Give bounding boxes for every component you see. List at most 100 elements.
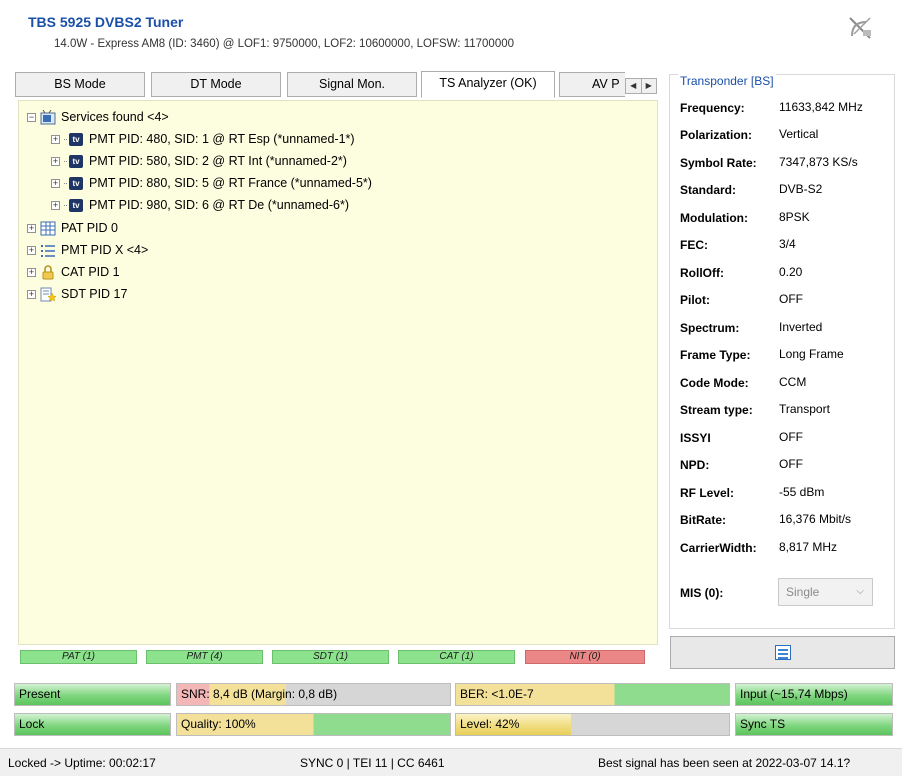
mis-selected-value: Single	[786, 585, 820, 599]
issyi-value: OFF	[779, 430, 803, 444]
expand-icon[interactable]: +	[51, 134, 60, 144]
snr-label: SNR: 8,4 dB (Margin: 0,8 dB)	[181, 687, 338, 701]
level-label: Level: 42%	[460, 717, 520, 731]
expand-icon[interactable]: +	[27, 289, 36, 299]
modulation-label: Modulation:	[680, 211, 748, 225]
present-label: Present	[19, 687, 61, 701]
frequency-label: Frequency:	[680, 101, 745, 115]
expand-icon[interactable]: +	[27, 267, 36, 277]
mode-tabs: BS Mode DT Mode Signal Mon. TS Analyzer …	[15, 71, 666, 98]
sdt-status: SDT (1)	[272, 650, 389, 664]
input-rate-indicator: Input (~15,74 Mbps)	[735, 683, 893, 706]
tree-root-services[interactable]: − Services found <4>	[27, 107, 169, 127]
ber-meter: BER: <1.0E-7	[455, 683, 730, 706]
tree-node-cat[interactable]: + CAT PID 1	[27, 262, 120, 282]
mis-label: MIS (0):	[680, 586, 724, 600]
npd-value: OFF	[779, 457, 803, 471]
spectrum-value: Inverted	[779, 320, 823, 334]
polarization-label: Polarization:	[680, 128, 753, 142]
tab-av-p[interactable]: AV P	[559, 72, 625, 97]
standard-value: DVB-S2	[779, 182, 823, 196]
scroll-left-icon[interactable]: ◀	[626, 79, 641, 93]
tree-service-row[interactable]: + tv PMT PID: 480, SID: 1 @ RT Esp (*unn…	[51, 129, 355, 149]
window-header: TBS 5925 DVBS2 Tuner 14.0W - Express AM8…	[0, 0, 902, 62]
frequency-value: 11633,842 MHz	[779, 100, 863, 114]
ber-label: BER: <1.0E-7	[460, 687, 534, 701]
symbol-rate-value: 7347,873 KS/s	[779, 155, 858, 169]
rolloff-label: RollOff:	[680, 266, 724, 280]
tab-ts-analyzer[interactable]: TS Analyzer (OK)	[421, 71, 555, 98]
tv-icon: tv	[69, 198, 83, 212]
expand-icon[interactable]: +	[51, 156, 60, 166]
tv-set-icon	[40, 109, 56, 124]
frame-type-value: Long Frame	[779, 347, 844, 361]
expand-icon[interactable]: +	[27, 245, 36, 255]
tv-icon: tv	[69, 132, 83, 146]
carrier-width-value: 8,817 MHz	[779, 540, 838, 554]
issyi-label: ISSYI	[680, 431, 711, 445]
tv-icon: tv	[69, 154, 83, 168]
tv-icon: tv	[69, 176, 83, 190]
input-label: Input (~15,74 Mbps)	[740, 687, 848, 701]
tree-service-row[interactable]: + tv PMT PID: 980, SID: 6 @ RT De (*unna…	[51, 195, 349, 215]
tree-node-label: PMT PID X <4>	[61, 243, 149, 257]
rf-level-label: RF Level:	[680, 486, 735, 500]
spectrum-label: Spectrum:	[680, 321, 740, 335]
list-icon	[41, 244, 55, 257]
service-label: PMT PID: 480, SID: 1 @ RT Esp (*unnamed-…	[89, 132, 355, 146]
collapse-icon[interactable]: −	[27, 112, 36, 122]
tab-dt-mode[interactable]: DT Mode	[151, 72, 281, 97]
star-document-icon	[40, 287, 56, 301]
tree-node-pat[interactable]: + PAT PID 0	[27, 218, 118, 238]
tab-signal-mon[interactable]: Signal Mon.	[287, 72, 417, 97]
ts-tree-view[interactable]: − Services found <4> + tv PMT PID: 480, …	[18, 100, 658, 645]
code-mode-label: Code Mode:	[680, 376, 749, 390]
fec-value: 3/4	[779, 237, 796, 251]
tree-node-pmt[interactable]: + PMT PID X <4>	[27, 240, 148, 260]
standard-label: Standard:	[680, 183, 737, 197]
expand-icon[interactable]: +	[27, 223, 36, 233]
list-view-icon	[775, 645, 791, 660]
stream-type-value: Transport	[779, 402, 830, 416]
tree-node-label: CAT PID 1	[61, 265, 120, 279]
quality-label: Quality: 100%	[181, 717, 256, 731]
details-list-button[interactable]	[670, 636, 895, 669]
snr-meter: SNR: 8,4 dB (Margin: 0,8 dB)	[176, 683, 451, 706]
pilot-label: Pilot:	[680, 293, 710, 307]
rolloff-value: 0.20	[779, 265, 803, 279]
sync-ts-indicator: Sync TS	[735, 713, 893, 736]
lock-indicator: Lock	[14, 713, 171, 736]
mis-select[interactable]: Single ⌵	[778, 578, 873, 606]
satellite-info: 14.0W - Express AM8 (ID: 3460) @ LOF1: 9…	[54, 38, 514, 50]
cat-status: CAT (1)	[398, 650, 515, 664]
code-mode-value: CCM	[779, 375, 807, 389]
best-signal-text: Best signal has been seen at 2022-03-07 …	[598, 756, 851, 770]
tab-bs-mode[interactable]: BS Mode	[15, 72, 145, 97]
service-label: PMT PID: 580, SID: 2 @ RT Int (*unnamed-…	[89, 154, 347, 168]
app-title: TBS 5925 DVBS2 Tuner	[28, 14, 184, 30]
tree-service-row[interactable]: + tv PMT PID: 580, SID: 2 @ RT Int (*unn…	[51, 151, 347, 171]
modulation-value: 8PSK	[779, 210, 810, 224]
bitrate-value: 16,376 Mbit/s	[779, 512, 852, 526]
satellite-icon[interactable]	[848, 14, 874, 42]
tree-node-sdt[interactable]: + SDT PID 17	[27, 284, 127, 304]
uptime-text: Locked -> Uptime: 00:02:17	[8, 756, 156, 770]
tree-service-row[interactable]: + tv PMT PID: 880, SID: 5 @ RT France (*…	[51, 173, 372, 193]
expand-icon[interactable]: +	[51, 200, 60, 210]
tab-scroll-buttons: ◀ ▶	[625, 78, 657, 94]
carrier-width-label: CarrierWidth:	[680, 541, 757, 555]
pat-status: PAT (1)	[20, 650, 137, 664]
stream-type-label: Stream type:	[680, 403, 753, 417]
lock-icon	[42, 264, 54, 279]
nit-status: NIT (0)	[525, 650, 645, 664]
status-bar: Locked -> Uptime: 00:02:17 SYNC 0 | TEI …	[0, 748, 902, 776]
quality-meter: Quality: 100%	[176, 713, 451, 736]
bitrate-label: BitRate:	[680, 513, 727, 527]
service-label: PMT PID: 880, SID: 5 @ RT France (*unnam…	[89, 176, 372, 190]
transponder-title: Transponder [BS]	[678, 74, 776, 88]
expand-icon[interactable]: +	[51, 178, 60, 188]
sync-counters-text: SYNC 0 | TEI 11 | CC 6461	[300, 756, 445, 770]
present-indicator: Present	[14, 683, 171, 706]
scroll-right-icon[interactable]: ▶	[640, 79, 657, 93]
frame-type-label: Frame Type:	[680, 348, 751, 362]
